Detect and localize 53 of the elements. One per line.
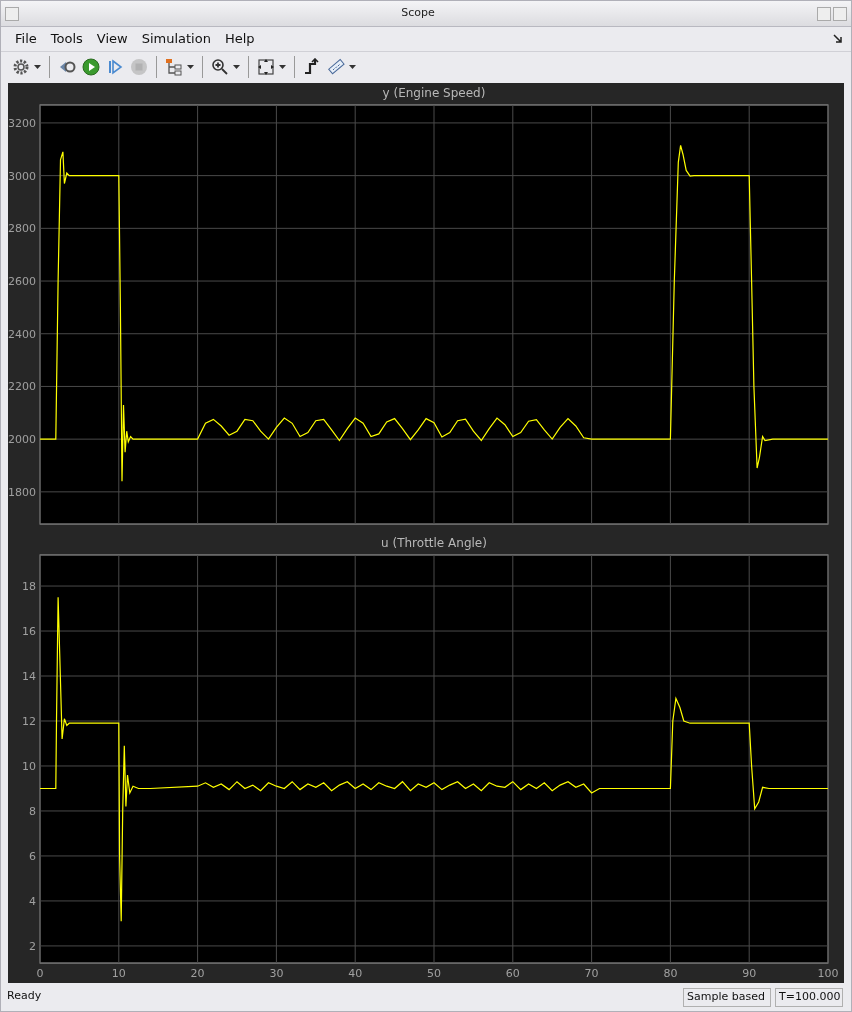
status-message: Ready bbox=[7, 988, 43, 1004]
plot-title: u (Throttle Angle) bbox=[381, 536, 487, 550]
y-tick-label: 16 bbox=[22, 625, 36, 638]
y-tick-label: 2200 bbox=[8, 380, 36, 394]
status-field: Sample based bbox=[683, 988, 771, 1007]
status-field: T=100.000 bbox=[775, 988, 843, 1007]
x-tick-label: 40 bbox=[348, 967, 363, 980]
y-tick-label: 4 bbox=[29, 894, 36, 908]
x-tick-label: 10 bbox=[111, 967, 126, 980]
caret-icon bbox=[187, 64, 194, 69]
y-tick-label: 1800 bbox=[8, 485, 36, 499]
signal-icon bbox=[165, 57, 183, 76]
x-tick-label: 90 bbox=[742, 967, 757, 980]
menu-item[interactable]: Tools bbox=[44, 29, 89, 49]
x-tick-label: 100 bbox=[817, 967, 839, 980]
x-tick-label: 80 bbox=[663, 967, 678, 980]
x-tick-label: 0 bbox=[36, 967, 44, 980]
y-tick-label: 14 bbox=[22, 670, 36, 683]
y-tick-label: 8 bbox=[29, 804, 36, 818]
y-tick-label: 2600 bbox=[8, 275, 36, 289]
caret-icon bbox=[233, 64, 240, 69]
y-tick-label: 6 bbox=[29, 849, 36, 863]
settings-icon bbox=[12, 57, 30, 76]
stop-icon bbox=[130, 57, 148, 76]
fit-view-icon bbox=[257, 57, 275, 76]
zoom-in-icon bbox=[211, 57, 229, 76]
window-title: Scope bbox=[400, 5, 436, 22]
x-tick-label: 50 bbox=[427, 967, 441, 980]
caret-icon bbox=[279, 64, 286, 69]
run-icon bbox=[82, 57, 100, 76]
trigger-icon bbox=[303, 57, 321, 76]
caret-icon bbox=[34, 64, 41, 69]
menu-item[interactable]: View bbox=[90, 29, 134, 49]
x-tick-label: 60 bbox=[505, 967, 520, 980]
x-tick-label: 30 bbox=[269, 967, 284, 980]
undock-icon[interactable] bbox=[833, 34, 843, 44]
y-tick-label: 2000 bbox=[8, 433, 36, 447]
y-tick-label: 2 bbox=[29, 939, 36, 953]
y-tick-label: 12 bbox=[22, 715, 36, 728]
menu-item[interactable]: Help bbox=[218, 29, 261, 49]
menu-item[interactable]: File bbox=[9, 29, 43, 49]
y-tick-label: 2800 bbox=[8, 222, 36, 236]
caret-icon bbox=[349, 64, 356, 69]
y-tick-label: 2400 bbox=[8, 327, 36, 341]
y-tick-label: 3200 bbox=[8, 116, 36, 130]
step-forward-icon bbox=[106, 57, 124, 76]
y-tick-label: 18 bbox=[22, 580, 36, 594]
menu-item[interactable]: Simulation bbox=[135, 29, 217, 49]
y-tick-label: 10 bbox=[22, 759, 36, 773]
x-tick-label: 70 bbox=[584, 967, 599, 980]
plot-title: y (Engine Speed) bbox=[382, 86, 486, 100]
y-tick-label: 3000 bbox=[8, 169, 36, 183]
x-tick-label: 20 bbox=[190, 967, 205, 980]
